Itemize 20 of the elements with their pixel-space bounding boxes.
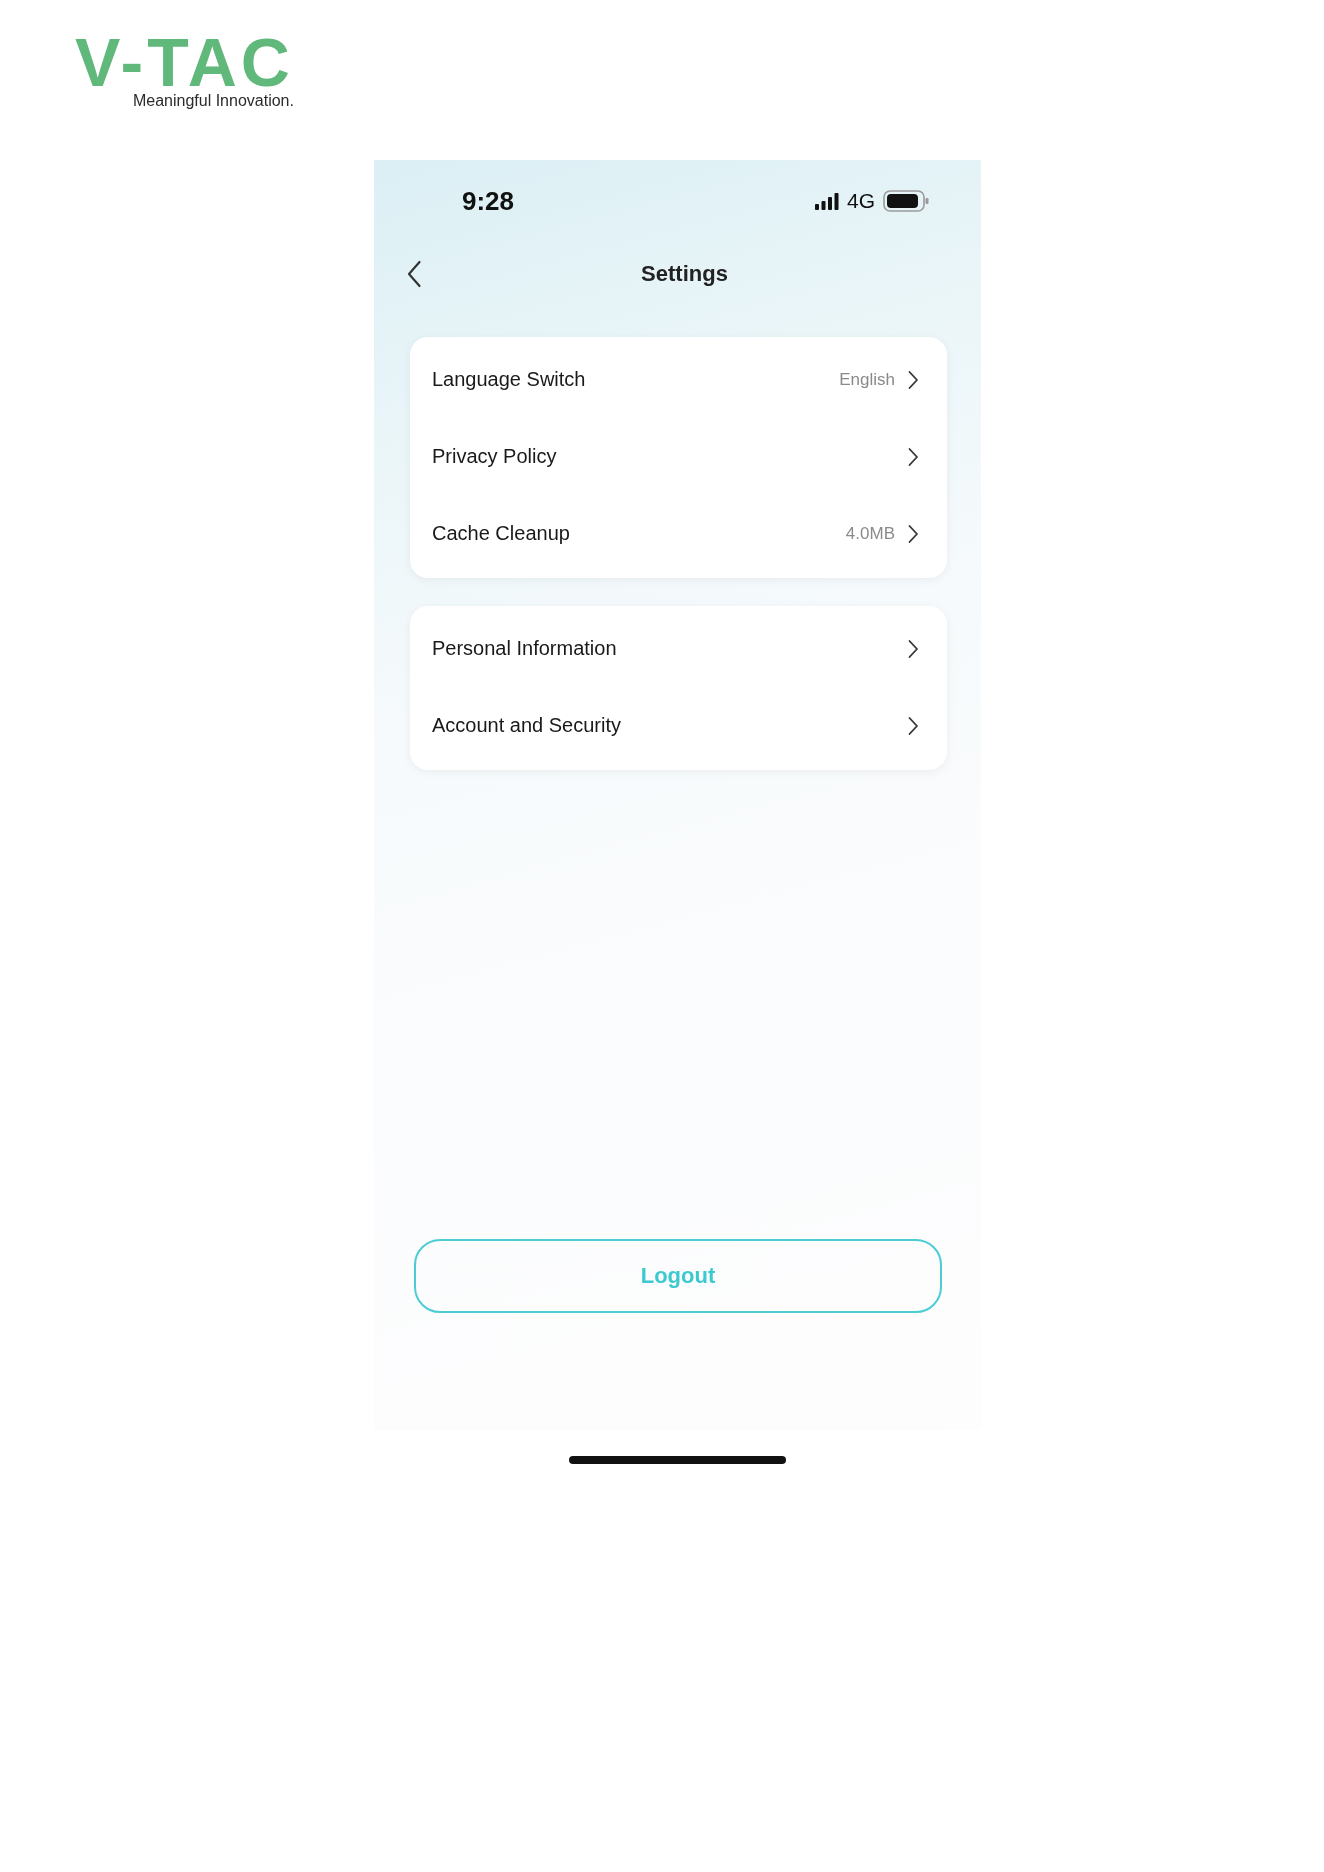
chevron-right-icon[interactable] <box>907 369 919 390</box>
network-label: 4G <box>847 189 875 213</box>
settings-item-label[interactable]: Account and Security <box>432 714 621 737</box>
settings-item-value: 4.0MB <box>845 523 895 544</box>
settings-item-label[interactable]: Cache Cleanup <box>432 522 570 545</box>
chevron-right-icon[interactable] <box>907 446 919 467</box>
settings-item-label[interactable]: Personal Information <box>432 637 617 660</box>
settings-item-label[interactable]: Language Switch <box>432 368 586 391</box>
logo-wordmark: V-TAC <box>75 30 294 94</box>
battery-icon <box>883 190 929 212</box>
status-time: 9:28 <box>462 185 515 217</box>
chevron-right-icon[interactable] <box>907 715 919 736</box>
settings-item-label[interactable]: Privacy Policy <box>432 445 557 468</box>
chevron-right-icon[interactable] <box>907 523 919 544</box>
logo-tagline: Meaningful Innovation. <box>132 92 294 110</box>
page-title: Settings <box>640 261 728 287</box>
signal-icon <box>815 192 839 210</box>
back-chevron-icon[interactable] <box>406 260 422 288</box>
settings-item-value: English <box>839 369 895 390</box>
chevron-right-icon[interactable] <box>907 638 919 659</box>
